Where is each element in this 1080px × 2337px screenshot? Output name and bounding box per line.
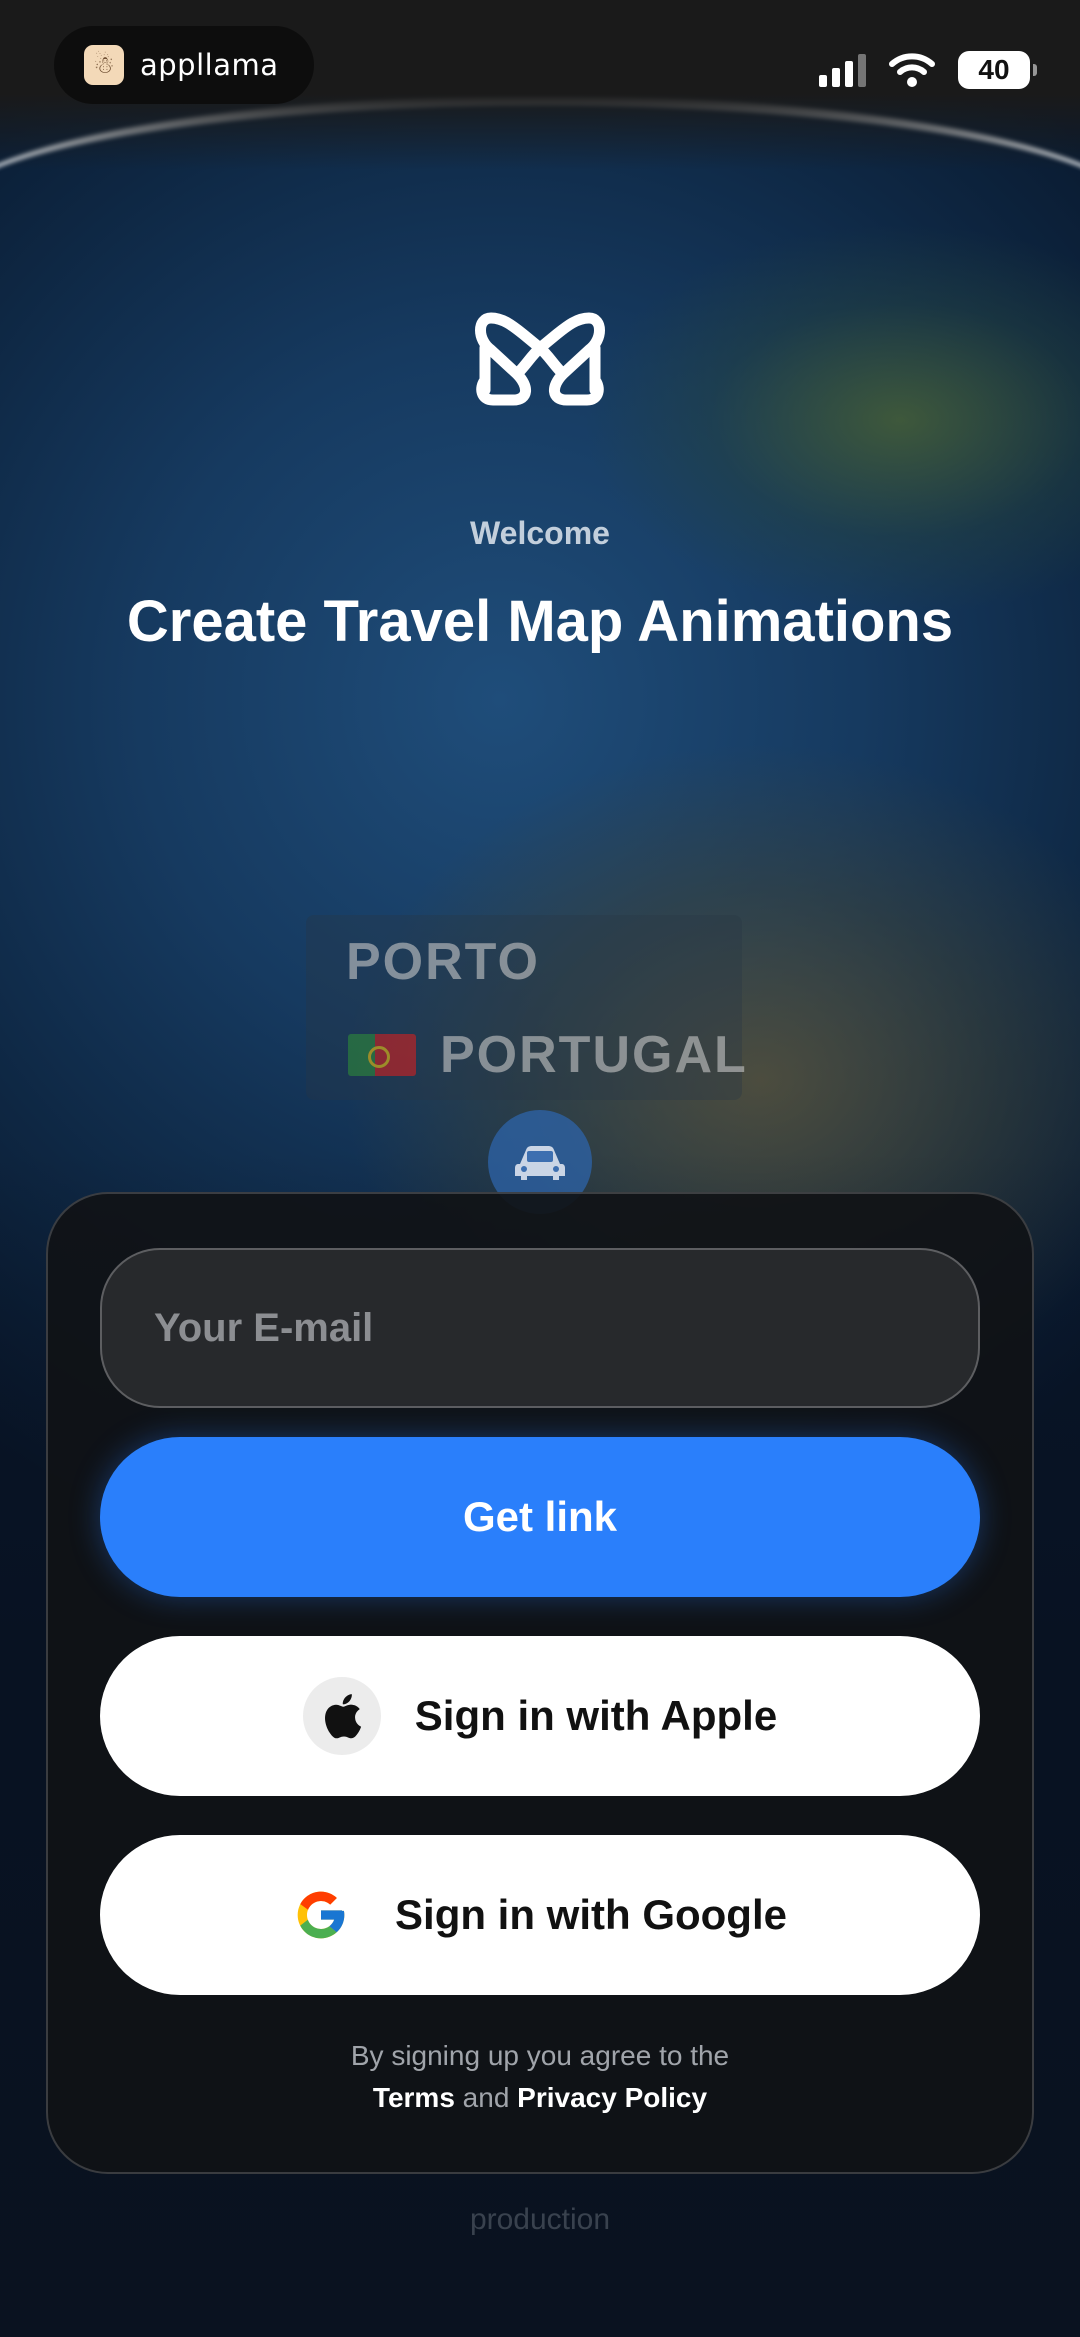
get-link-label: Get link [462, 1493, 618, 1540]
status-icons: 40 [819, 48, 1037, 92]
battery-icon: 40 [958, 51, 1037, 89]
map-city-name: PORTO [346, 933, 540, 991]
apple-icon [302, 1677, 381, 1755]
apple-button-label: Sign in with Apple [414, 1692, 778, 1739]
map-country-name: PORTUGAL [440, 1026, 748, 1084]
legal-prefix: By signing up you agree to the [350, 2040, 730, 2071]
email-field[interactable] [100, 1248, 980, 1408]
page-title: Create Travel Map Animations [126, 589, 954, 654]
sign-in-apple-button[interactable]: Sign in with Apple [100, 1636, 980, 1796]
portugal-flag-icon [348, 1034, 416, 1076]
legal-and: and [462, 2082, 510, 2113]
environment-label: production [469, 2203, 611, 2236]
brand-name: appllama [140, 48, 279, 82]
llama-logo-icon: ☃ [84, 45, 124, 85]
welcome-text: Welcome [470, 515, 610, 551]
login-screen: ☃ appllama 40 Welcome Create Travel Map … [0, 0, 1080, 2337]
sign-in-google-button[interactable]: Sign in with Google [100, 1835, 980, 1995]
brand-pill: ☃ appllama [54, 26, 314, 104]
privacy-policy-link[interactable]: Privacy Policy [517, 2082, 707, 2113]
legal-notice: By signing up you agree to the Terms and… [0, 2035, 1080, 2119]
app-logo-icon [475, 312, 605, 406]
battery-level: 40 [978, 54, 1010, 85]
cellular-signal-icon [819, 53, 866, 87]
terms-link[interactable]: Terms [373, 2082, 455, 2113]
google-icon [297, 1891, 345, 1939]
google-button-label: Sign in with Google [395, 1891, 787, 1938]
wifi-icon [889, 53, 935, 87]
get-link-button[interactable]: Get link [100, 1437, 980, 1597]
